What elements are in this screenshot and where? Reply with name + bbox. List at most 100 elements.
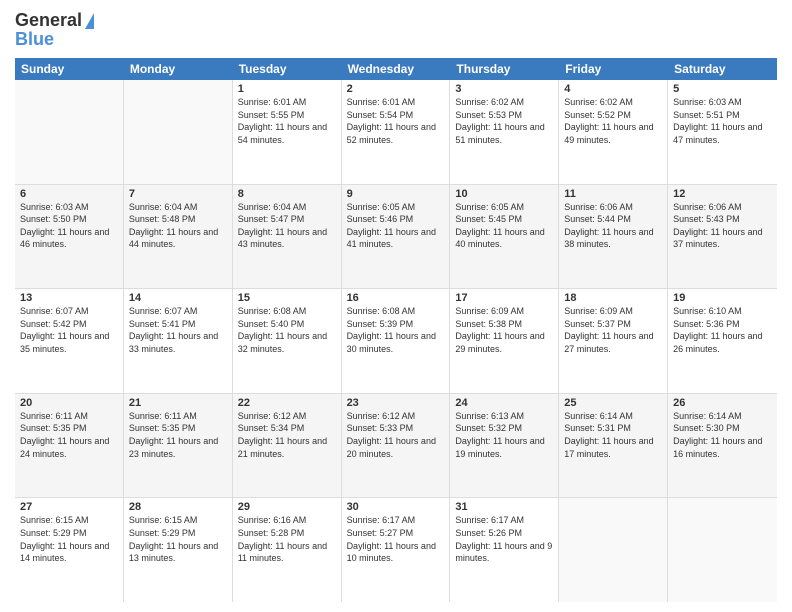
- calendar-cell: 31Sunrise: 6:17 AM Sunset: 5:26 PM Dayli…: [450, 498, 559, 602]
- day-info: Sunrise: 6:12 AM Sunset: 5:33 PM Dayligh…: [347, 410, 445, 460]
- day-info: Sunrise: 6:14 AM Sunset: 5:31 PM Dayligh…: [564, 410, 662, 460]
- calendar-week-4: 20Sunrise: 6:11 AM Sunset: 5:35 PM Dayli…: [15, 394, 777, 499]
- day-number: 4: [564, 83, 662, 95]
- calendar-cell: 21Sunrise: 6:11 AM Sunset: 5:35 PM Dayli…: [124, 394, 233, 498]
- day-number: 14: [129, 292, 227, 304]
- day-info: Sunrise: 6:17 AM Sunset: 5:26 PM Dayligh…: [455, 514, 553, 564]
- day-info: Sunrise: 6:06 AM Sunset: 5:43 PM Dayligh…: [673, 201, 772, 251]
- calendar-week-2: 6Sunrise: 6:03 AM Sunset: 5:50 PM Daylig…: [15, 185, 777, 290]
- page: General Blue Sunday Monday Tuesday Wedne…: [0, 0, 792, 612]
- day-number: 6: [20, 188, 118, 200]
- calendar-cell: 25Sunrise: 6:14 AM Sunset: 5:31 PM Dayli…: [559, 394, 668, 498]
- day-number: 31: [455, 501, 553, 513]
- logo-line2: Blue: [15, 29, 54, 50]
- dow-saturday: Saturday: [668, 58, 777, 80]
- day-info: Sunrise: 6:08 AM Sunset: 5:40 PM Dayligh…: [238, 305, 336, 355]
- calendar-header: Sunday Monday Tuesday Wednesday Thursday…: [15, 58, 777, 80]
- day-number: 24: [455, 397, 553, 409]
- calendar-cell: 29Sunrise: 6:16 AM Sunset: 5:28 PM Dayli…: [233, 498, 342, 602]
- calendar-cell: 26Sunrise: 6:14 AM Sunset: 5:30 PM Dayli…: [668, 394, 777, 498]
- day-info: Sunrise: 6:16 AM Sunset: 5:28 PM Dayligh…: [238, 514, 336, 564]
- calendar-cell: [559, 498, 668, 602]
- calendar-cell: 30Sunrise: 6:17 AM Sunset: 5:27 PM Dayli…: [342, 498, 451, 602]
- calendar-cell: [124, 80, 233, 184]
- calendar-cell: 20Sunrise: 6:11 AM Sunset: 5:35 PM Dayli…: [15, 394, 124, 498]
- day-number: 10: [455, 188, 553, 200]
- calendar-cell: 10Sunrise: 6:05 AM Sunset: 5:45 PM Dayli…: [450, 185, 559, 289]
- day-info: Sunrise: 6:01 AM Sunset: 5:55 PM Dayligh…: [238, 96, 336, 146]
- calendar-cell: 23Sunrise: 6:12 AM Sunset: 5:33 PM Dayli…: [342, 394, 451, 498]
- calendar-cell: [668, 498, 777, 602]
- day-info: Sunrise: 6:12 AM Sunset: 5:34 PM Dayligh…: [238, 410, 336, 460]
- day-info: Sunrise: 6:11 AM Sunset: 5:35 PM Dayligh…: [129, 410, 227, 460]
- calendar-cell: 6Sunrise: 6:03 AM Sunset: 5:50 PM Daylig…: [15, 185, 124, 289]
- dow-wednesday: Wednesday: [342, 58, 451, 80]
- day-info: Sunrise: 6:05 AM Sunset: 5:46 PM Dayligh…: [347, 201, 445, 251]
- day-info: Sunrise: 6:05 AM Sunset: 5:45 PM Dayligh…: [455, 201, 553, 251]
- calendar-cell: 16Sunrise: 6:08 AM Sunset: 5:39 PM Dayli…: [342, 289, 451, 393]
- calendar-cell: 22Sunrise: 6:12 AM Sunset: 5:34 PM Dayli…: [233, 394, 342, 498]
- day-number: 9: [347, 188, 445, 200]
- day-info: Sunrise: 6:15 AM Sunset: 5:29 PM Dayligh…: [20, 514, 118, 564]
- day-number: 19: [673, 292, 772, 304]
- day-info: Sunrise: 6:01 AM Sunset: 5:54 PM Dayligh…: [347, 96, 445, 146]
- calendar-week-1: 1Sunrise: 6:01 AM Sunset: 5:55 PM Daylig…: [15, 80, 777, 185]
- calendar: Sunday Monday Tuesday Wednesday Thursday…: [15, 58, 777, 602]
- calendar-week-3: 13Sunrise: 6:07 AM Sunset: 5:42 PM Dayli…: [15, 289, 777, 394]
- calendar-cell: 24Sunrise: 6:13 AM Sunset: 5:32 PM Dayli…: [450, 394, 559, 498]
- day-number: 22: [238, 397, 336, 409]
- dow-tuesday: Tuesday: [233, 58, 342, 80]
- day-number: 27: [20, 501, 118, 513]
- day-number: 5: [673, 83, 772, 95]
- day-number: 20: [20, 397, 118, 409]
- calendar-cell: 9Sunrise: 6:05 AM Sunset: 5:46 PM Daylig…: [342, 185, 451, 289]
- day-info: Sunrise: 6:04 AM Sunset: 5:47 PM Dayligh…: [238, 201, 336, 251]
- dow-friday: Friday: [559, 58, 668, 80]
- calendar-week-5: 27Sunrise: 6:15 AM Sunset: 5:29 PM Dayli…: [15, 498, 777, 602]
- calendar-cell: 11Sunrise: 6:06 AM Sunset: 5:44 PM Dayli…: [559, 185, 668, 289]
- calendar-cell: 4Sunrise: 6:02 AM Sunset: 5:52 PM Daylig…: [559, 80, 668, 184]
- day-info: Sunrise: 6:07 AM Sunset: 5:42 PM Dayligh…: [20, 305, 118, 355]
- calendar-cell: 19Sunrise: 6:10 AM Sunset: 5:36 PM Dayli…: [668, 289, 777, 393]
- calendar-cell: [15, 80, 124, 184]
- day-info: Sunrise: 6:08 AM Sunset: 5:39 PM Dayligh…: [347, 305, 445, 355]
- day-info: Sunrise: 6:04 AM Sunset: 5:48 PM Dayligh…: [129, 201, 227, 251]
- day-number: 28: [129, 501, 227, 513]
- calendar-cell: 28Sunrise: 6:15 AM Sunset: 5:29 PM Dayli…: [124, 498, 233, 602]
- day-number: 11: [564, 188, 662, 200]
- day-info: Sunrise: 6:03 AM Sunset: 5:50 PM Dayligh…: [20, 201, 118, 251]
- calendar-cell: 8Sunrise: 6:04 AM Sunset: 5:47 PM Daylig…: [233, 185, 342, 289]
- day-number: 12: [673, 188, 772, 200]
- logo-triangle-icon: [85, 13, 94, 29]
- calendar-body: 1Sunrise: 6:01 AM Sunset: 5:55 PM Daylig…: [15, 80, 777, 602]
- calendar-cell: 17Sunrise: 6:09 AM Sunset: 5:38 PM Dayli…: [450, 289, 559, 393]
- day-number: 13: [20, 292, 118, 304]
- calendar-cell: 1Sunrise: 6:01 AM Sunset: 5:55 PM Daylig…: [233, 80, 342, 184]
- day-info: Sunrise: 6:15 AM Sunset: 5:29 PM Dayligh…: [129, 514, 227, 564]
- day-info: Sunrise: 6:11 AM Sunset: 5:35 PM Dayligh…: [20, 410, 118, 460]
- calendar-cell: 7Sunrise: 6:04 AM Sunset: 5:48 PM Daylig…: [124, 185, 233, 289]
- day-info: Sunrise: 6:02 AM Sunset: 5:53 PM Dayligh…: [455, 96, 553, 146]
- day-info: Sunrise: 6:06 AM Sunset: 5:44 PM Dayligh…: [564, 201, 662, 251]
- calendar-cell: 13Sunrise: 6:07 AM Sunset: 5:42 PM Dayli…: [15, 289, 124, 393]
- dow-sunday: Sunday: [15, 58, 124, 80]
- day-number: 7: [129, 188, 227, 200]
- day-number: 16: [347, 292, 445, 304]
- logo: General Blue: [15, 10, 94, 50]
- day-info: Sunrise: 6:09 AM Sunset: 5:37 PM Dayligh…: [564, 305, 662, 355]
- day-info: Sunrise: 6:13 AM Sunset: 5:32 PM Dayligh…: [455, 410, 553, 460]
- calendar-cell: 3Sunrise: 6:02 AM Sunset: 5:53 PM Daylig…: [450, 80, 559, 184]
- logo-general: General: [15, 10, 82, 31]
- day-info: Sunrise: 6:07 AM Sunset: 5:41 PM Dayligh…: [129, 305, 227, 355]
- day-info: Sunrise: 6:09 AM Sunset: 5:38 PM Dayligh…: [455, 305, 553, 355]
- day-number: 15: [238, 292, 336, 304]
- day-info: Sunrise: 6:17 AM Sunset: 5:27 PM Dayligh…: [347, 514, 445, 564]
- day-number: 25: [564, 397, 662, 409]
- day-number: 8: [238, 188, 336, 200]
- day-info: Sunrise: 6:03 AM Sunset: 5:51 PM Dayligh…: [673, 96, 772, 146]
- calendar-cell: 27Sunrise: 6:15 AM Sunset: 5:29 PM Dayli…: [15, 498, 124, 602]
- day-info: Sunrise: 6:14 AM Sunset: 5:30 PM Dayligh…: [673, 410, 772, 460]
- day-number: 26: [673, 397, 772, 409]
- calendar-cell: 2Sunrise: 6:01 AM Sunset: 5:54 PM Daylig…: [342, 80, 451, 184]
- calendar-cell: 5Sunrise: 6:03 AM Sunset: 5:51 PM Daylig…: [668, 80, 777, 184]
